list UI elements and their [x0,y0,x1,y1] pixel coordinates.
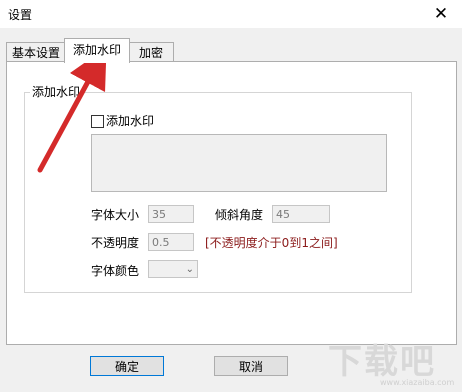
tab-add-watermark[interactable]: 添加水印 [64,38,130,63]
site-url-watermark: www.xiazaiba.com [380,378,455,387]
site-logo-watermark: 下载吧 [328,342,436,382]
